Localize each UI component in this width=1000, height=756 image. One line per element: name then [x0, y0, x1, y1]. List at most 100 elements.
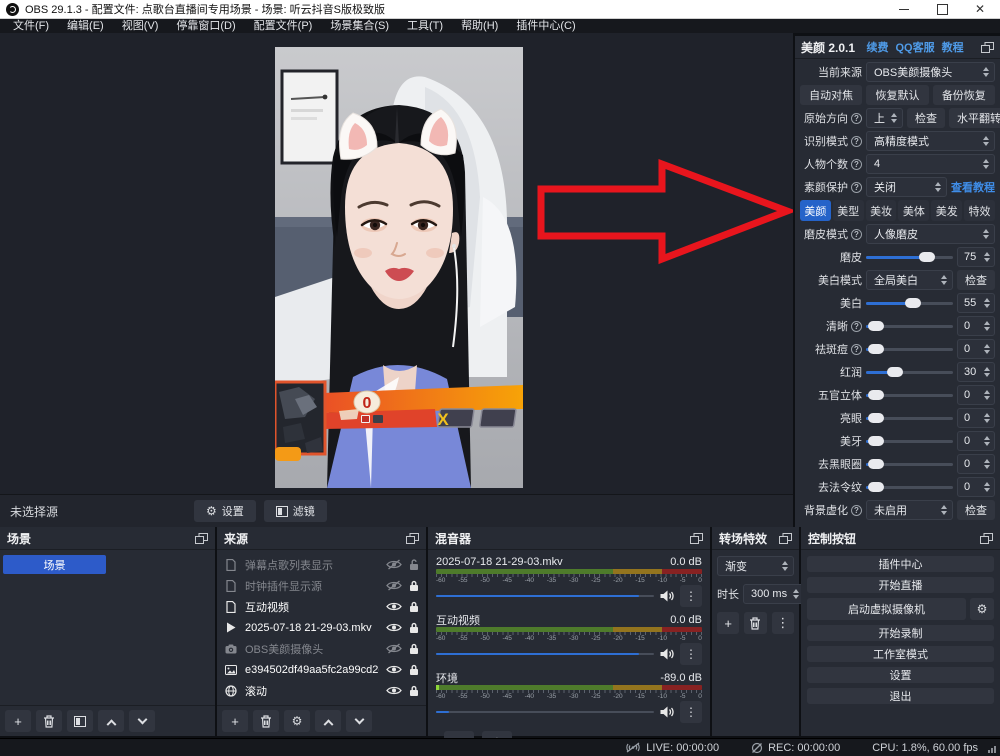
scene-item-selected[interactable]: 场景 — [3, 555, 106, 574]
volume-slider[interactable] — [436, 647, 654, 661]
tutorial-link[interactable]: 教程 — [942, 39, 964, 55]
move-source-down-button[interactable] — [346, 710, 372, 732]
lock-icon[interactable] — [409, 622, 419, 634]
white-teeth-value[interactable]: 0 — [957, 431, 995, 451]
menu-profile[interactable]: 配置文件(P) — [245, 19, 322, 33]
source-row[interactable]: e394502df49aa5fc2a99cd2e7c — [217, 659, 426, 680]
plugin-center-button[interactable]: 插件中心 — [807, 556, 994, 572]
close-button[interactable]: ✕ — [974, 3, 986, 15]
nasolabial-slider[interactable] — [866, 480, 953, 494]
renew-link[interactable]: 续费 — [866, 39, 888, 55]
spinner-arrows-icon[interactable] — [982, 482, 991, 492]
source-row[interactable]: 弹幕点歌列表显示 — [217, 554, 426, 575]
smooth-mode-select[interactable]: 人像磨皮 — [866, 224, 995, 244]
popout-icon[interactable] — [779, 533, 792, 544]
bright-eyes-slider[interactable] — [866, 411, 953, 425]
add-transition-button[interactable]: + — [717, 612, 739, 634]
slider-handle[interactable] — [887, 367, 903, 377]
virtual-camera-settings-button[interactable]: ⚙ — [970, 598, 994, 620]
menu-view[interactable]: 视图(V) — [113, 19, 168, 33]
remove-transition-button[interactable] — [744, 612, 766, 634]
bg-blur-check-button[interactable]: 检查 — [957, 500, 995, 520]
spinner-arrows-icon[interactable] — [982, 459, 991, 469]
eye-slash-icon[interactable] — [386, 559, 402, 570]
help-icon[interactable]: ? — [851, 344, 862, 355]
volume-slider[interactable] — [436, 589, 654, 603]
move-scene-down-button[interactable] — [129, 710, 155, 732]
remove-scene-button[interactable] — [36, 710, 62, 732]
dark-circles-value[interactable]: 0 — [957, 454, 995, 474]
person-count-spinner[interactable]: 4 — [866, 154, 995, 174]
tab-reshape[interactable]: 美型 — [833, 200, 864, 221]
spinner-arrows-icon[interactable] — [982, 436, 991, 446]
help-icon[interactable]: ? — [851, 229, 862, 240]
rosy-value[interactable]: 30 — [957, 362, 995, 382]
spinner-arrows-icon[interactable] — [982, 390, 991, 400]
popout-icon[interactable] — [980, 533, 993, 544]
menu-edit[interactable]: 编辑(E) — [58, 19, 113, 33]
face-3d-value[interactable]: 0 — [957, 385, 995, 405]
face-protect-select[interactable]: 关闭 — [866, 177, 947, 197]
lock-icon[interactable] — [409, 685, 419, 697]
dark-circles-slider[interactable] — [866, 457, 953, 471]
eye-slash-icon[interactable] — [386, 580, 402, 591]
spinner-arrows-icon[interactable] — [982, 252, 991, 262]
bright-eyes-value[interactable]: 0 — [957, 408, 995, 428]
source-row[interactable]: 滚动 — [217, 680, 426, 701]
clarity-slider[interactable] — [866, 319, 953, 333]
slider-handle[interactable] — [905, 298, 921, 308]
channel-menu-button[interactable]: ⋮ — [680, 701, 702, 723]
slider-handle[interactable] — [868, 482, 884, 492]
eye-icon[interactable] — [386, 685, 402, 696]
lock-icon[interactable] — [409, 643, 419, 655]
start-virtual-camera-button[interactable]: 启动虚拟摄像机 — [807, 598, 966, 620]
remove-source-button[interactable] — [253, 710, 279, 732]
eye-icon[interactable] — [386, 622, 402, 633]
smooth-value[interactable]: 75 — [957, 247, 995, 267]
smooth-slider[interactable] — [866, 250, 953, 264]
spinner-arrows-icon[interactable] — [982, 321, 991, 331]
transition-select[interactable]: 渐变 — [717, 556, 794, 576]
source-row[interactable]: 时钟插件显示源 — [217, 575, 426, 596]
white-mode-select[interactable]: 全局美白 — [866, 270, 953, 290]
source-row[interactable]: 互动视频 — [217, 596, 426, 617]
add-source-button[interactable]: + — [222, 710, 248, 732]
orientation-select[interactable]: 上 — [866, 108, 903, 128]
source-row[interactable]: 2025-07-18 21-29-03.mkv — [217, 617, 426, 638]
lock-open-icon[interactable] — [409, 559, 419, 571]
horizontal-flip-button[interactable]: 水平翻转 — [949, 108, 1000, 128]
recognition-mode-select[interactable]: 高精度模式 — [866, 131, 995, 151]
menu-file[interactable]: 文件(F) — [4, 19, 58, 33]
white-teeth-slider[interactable] — [866, 434, 953, 448]
restore-default-button[interactable]: 恢复默认 — [866, 85, 928, 105]
channel-menu-button[interactable]: ⋮ — [680, 585, 702, 607]
view-tutorial-link[interactable]: 查看教程 — [951, 179, 995, 195]
slider-handle[interactable] — [868, 390, 884, 400]
current-source-select[interactable]: OBS美颜摄像头 — [866, 62, 995, 82]
help-icon[interactable]: ? — [851, 321, 862, 332]
qq-support-link[interactable]: QQ客服 — [895, 39, 934, 55]
move-scene-up-button[interactable] — [98, 710, 124, 732]
eye-icon[interactable] — [386, 664, 402, 675]
spinner-arrows-icon[interactable] — [791, 589, 800, 599]
slider-handle[interactable] — [868, 413, 884, 423]
eye-icon[interactable] — [386, 601, 402, 612]
white-check-button[interactable]: 检查 — [957, 270, 995, 290]
spinner-arrows-icon[interactable] — [982, 344, 991, 354]
whiten-value[interactable]: 55 — [957, 293, 995, 313]
tab-hair[interactable]: 美发 — [931, 200, 962, 221]
popout-icon[interactable] — [195, 533, 208, 544]
menu-docks[interactable]: 停靠窗口(D) — [167, 19, 244, 33]
menu-plugin-center[interactable]: 插件中心(C) — [507, 19, 584, 33]
eye-slash-icon[interactable] — [386, 643, 402, 654]
scene-filters-button[interactable] — [67, 710, 93, 732]
whiten-slider[interactable] — [866, 296, 953, 310]
channel-menu-button[interactable]: ⋮ — [680, 643, 702, 665]
nasolabial-value[interactable]: 0 — [957, 477, 995, 497]
transition-menu-button[interactable]: ⋮ — [772, 612, 794, 634]
acne-removal-slider[interactable] — [866, 342, 953, 356]
help-icon[interactable]: ? — [851, 505, 862, 516]
move-source-up-button[interactable] — [315, 710, 341, 732]
studio-mode-button[interactable]: 工作室模式 — [807, 646, 994, 662]
source-settings-button[interactable]: ⚙ 设置 — [194, 500, 256, 522]
